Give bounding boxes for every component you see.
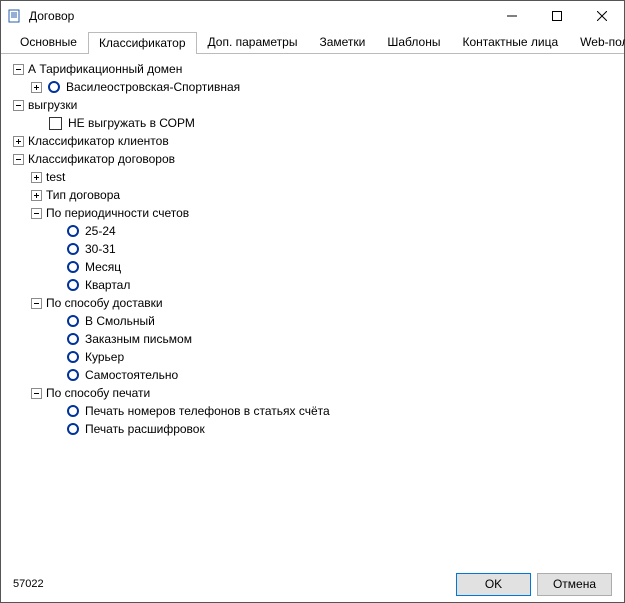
expand-icon[interactable] xyxy=(13,136,24,147)
radio-unchecked[interactable] xyxy=(67,351,79,363)
expand-icon[interactable] xyxy=(31,190,42,201)
tree-node[interactable]: Квартал xyxy=(85,276,130,294)
maximize-button[interactable] xyxy=(534,1,579,31)
collapse-icon[interactable] xyxy=(13,100,24,111)
tree-node[interactable]: В Смольный xyxy=(85,312,155,330)
radio-unchecked[interactable] xyxy=(67,333,79,345)
tree-node[interactable]: Печать расшифровок xyxy=(85,420,205,438)
tab-label: Заметки xyxy=(319,35,365,49)
radio-unchecked[interactable] xyxy=(67,423,79,435)
tree-node[interactable]: По способу печати xyxy=(46,384,150,402)
tree-node[interactable]: Курьер xyxy=(85,348,124,366)
collapse-icon[interactable] xyxy=(13,64,24,75)
cancel-button[interactable]: Отмена xyxy=(537,573,612,596)
checkbox-unchecked[interactable] xyxy=(49,117,62,130)
tree-node[interactable]: Заказным письмом xyxy=(85,330,192,348)
tree-node[interactable]: А Тарификационный домен xyxy=(28,60,182,78)
tab-webusers[interactable]: Web-пользоват xyxy=(569,31,625,53)
tab-classifier[interactable]: Классификатор xyxy=(88,32,197,54)
tab-notes[interactable]: Заметки xyxy=(308,31,376,53)
window-title: Договор xyxy=(29,9,489,23)
tab-label: Классификатор xyxy=(99,36,186,50)
radio-unchecked[interactable] xyxy=(67,405,79,417)
ok-button[interactable]: OK xyxy=(456,573,531,596)
radio-unchecked[interactable] xyxy=(67,369,79,381)
radio-unchecked[interactable] xyxy=(67,225,79,237)
collapse-icon[interactable] xyxy=(31,298,42,309)
window-icon xyxy=(7,8,23,24)
close-button[interactable] xyxy=(579,1,624,31)
tree-node[interactable]: test xyxy=(46,168,65,186)
tree-node[interactable]: 25-24 xyxy=(85,222,116,240)
tree-node[interactable]: Классификатор договоров xyxy=(28,150,175,168)
expand-icon[interactable] xyxy=(31,172,42,183)
tree-node[interactable]: Печать номеров телефонов в статьях счёта xyxy=(85,402,330,420)
tab-label: Основные xyxy=(20,35,77,49)
radio-unchecked[interactable] xyxy=(48,81,60,93)
radio-unchecked[interactable] xyxy=(67,279,79,291)
tree-node[interactable]: Василеостровская-Спортивная xyxy=(66,78,240,96)
expand-icon[interactable] xyxy=(31,82,42,93)
status-id: 57022 xyxy=(13,578,44,590)
radio-unchecked[interactable] xyxy=(67,315,79,327)
tree-node[interactable]: Месяц xyxy=(85,258,121,276)
button-label: Отмена xyxy=(553,577,596,591)
tab-main[interactable]: Основные xyxy=(9,31,88,53)
tab-label: Контактные лица xyxy=(462,35,558,49)
tree-node[interactable]: НЕ выгружать в СОРМ xyxy=(68,114,195,132)
minimize-button[interactable] xyxy=(489,1,534,31)
button-label: OK xyxy=(485,577,502,591)
radio-unchecked[interactable] xyxy=(67,243,79,255)
tab-extra[interactable]: Доп. параметры xyxy=(197,31,309,53)
tree-panel: А Тарификационный домен Василеостровская… xyxy=(1,54,624,566)
collapse-icon[interactable] xyxy=(31,208,42,219)
tree-node[interactable]: По периодичности счетов xyxy=(46,204,189,222)
collapse-icon[interactable] xyxy=(31,388,42,399)
collapse-icon[interactable] xyxy=(13,154,24,165)
tree-node[interactable]: 30-31 xyxy=(85,240,116,258)
tab-label: Шаблоны xyxy=(387,35,440,49)
tree-node[interactable]: По способу доставки xyxy=(46,294,163,312)
tree-node[interactable]: Самостоятельно xyxy=(85,366,178,384)
tree-node[interactable]: Классификатор клиентов xyxy=(28,132,169,150)
tree-node[interactable]: Тип договора xyxy=(46,186,120,204)
radio-unchecked[interactable] xyxy=(67,261,79,273)
tab-label: Доп. параметры xyxy=(208,35,298,49)
tab-templates[interactable]: Шаблоны xyxy=(376,31,451,53)
tab-label: Web-пользоват xyxy=(580,35,625,49)
tab-contacts[interactable]: Контактные лица xyxy=(451,31,569,53)
tree-node[interactable]: выгрузки xyxy=(28,96,77,114)
